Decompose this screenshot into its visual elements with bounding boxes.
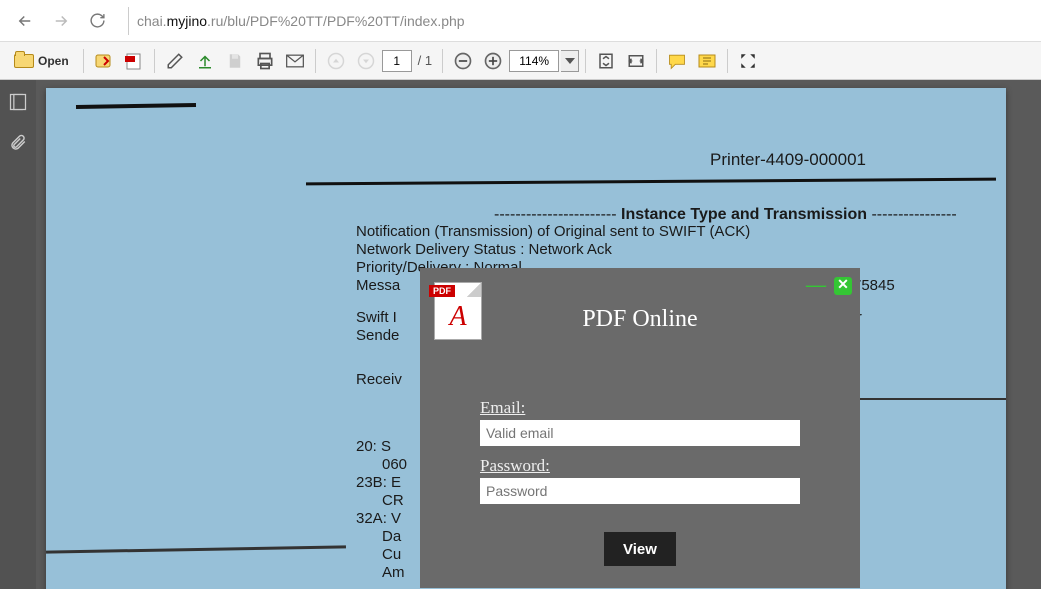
- annotate-icon[interactable]: [693, 47, 721, 75]
- printer-id: Printer-4409-000001: [710, 150, 866, 170]
- modal-close-button[interactable]: ✕: [834, 277, 852, 295]
- page-down-icon: [352, 47, 380, 75]
- convert-pdf-icon[interactable]: [120, 47, 148, 75]
- password-label: Password:: [480, 456, 800, 476]
- refresh-button[interactable]: [82, 6, 112, 36]
- page-total: / 1: [418, 53, 432, 68]
- upload-icon[interactable]: [191, 47, 219, 75]
- zoom-input[interactable]: [509, 50, 559, 72]
- save-icon: [221, 47, 249, 75]
- password-field[interactable]: [480, 478, 800, 504]
- zoom-dropdown[interactable]: [561, 50, 579, 72]
- page-number-input[interactable]: [382, 50, 412, 72]
- comment-icon[interactable]: [663, 47, 691, 75]
- page-up-icon: [322, 47, 350, 75]
- email-field[interactable]: [480, 420, 800, 446]
- modal-title: PDF Online: [420, 268, 860, 333]
- login-modal: — ✕ PDFA PDF Online Email: Password: Vie…: [420, 268, 860, 588]
- pdf-file-icon: PDFA: [434, 282, 482, 340]
- fit-width-icon[interactable]: [622, 47, 650, 75]
- back-button[interactable]: [10, 6, 40, 36]
- zoom-out-icon[interactable]: [449, 47, 477, 75]
- url-prefix: chai.: [137, 13, 167, 29]
- folder-icon: [14, 54, 34, 68]
- forward-button[interactable]: [46, 6, 76, 36]
- convert-icon[interactable]: [90, 47, 118, 75]
- zoom-in-icon[interactable]: [479, 47, 507, 75]
- pdf-toolbar: Open / 1: [0, 42, 1041, 80]
- browser-nav-bar: chai.myjino.ru/blu/PDF%20TT/PDF%20TT/ind…: [0, 0, 1041, 42]
- attachments-icon[interactable]: [9, 133, 27, 156]
- fullscreen-icon[interactable]: [734, 47, 762, 75]
- url-rest: .ru/blu/PDF%20TT/PDF%20TT/index.php: [207, 13, 465, 29]
- url-bar[interactable]: chai.myjino.ru/blu/PDF%20TT/PDF%20TT/ind…: [128, 7, 1031, 35]
- fit-page-icon[interactable]: [592, 47, 620, 75]
- url-host: myjino: [167, 13, 207, 29]
- doc-codes: 20: S 060 23B: E CR 32A: V Da Cu Am: [356, 438, 407, 582]
- instance-heading: ----------------------- Instance Type an…: [494, 206, 957, 224]
- modal-minimize-button[interactable]: —: [806, 274, 826, 297]
- thumbnails-icon[interactable]: [8, 92, 28, 115]
- print-icon[interactable]: [251, 47, 279, 75]
- side-panel: [0, 80, 36, 589]
- open-button[interactable]: Open: [6, 47, 77, 75]
- view-button[interactable]: View: [604, 532, 676, 566]
- mail-icon[interactable]: [281, 47, 309, 75]
- login-form: Email: Password: View: [480, 398, 800, 566]
- email-label: Email:: [480, 398, 800, 418]
- open-label: Open: [38, 54, 69, 68]
- edit-icon[interactable]: [161, 47, 189, 75]
